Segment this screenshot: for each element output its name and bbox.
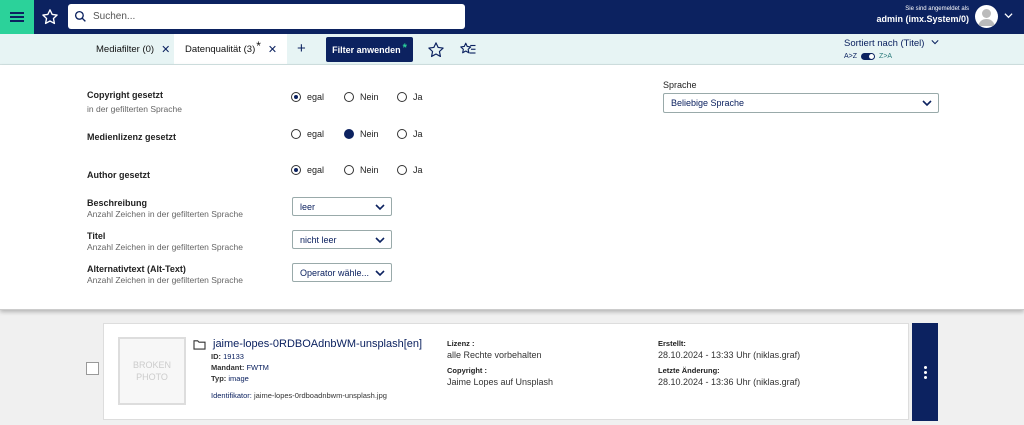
license-label: Lizenz : — [447, 339, 475, 348]
license-radio-nein[interactable]: Nein — [344, 129, 379, 139]
sort-label: Sortiert nach (Titel) — [844, 38, 925, 49]
search-input[interactable] — [93, 11, 453, 22]
star-icon[interactable] — [427, 41, 445, 59]
tab-label: Mediafilter (0) — [96, 43, 155, 55]
folder-icon — [193, 339, 206, 350]
copyright-filter-label: Copyright gesetzt — [87, 90, 164, 100]
sort-za-label: Z>A — [879, 53, 893, 60]
description-select-value: leer — [300, 201, 316, 212]
title-filter-sub: Anzahl Zeichen in der gefilterten Sprach… — [87, 242, 243, 252]
language-filter-label: Sprache — [663, 80, 697, 90]
sort-dropdown[interactable]: Sortiert nach (Titel) — [844, 38, 939, 49]
logged-in-text: Sie sind angemeldet als — [905, 6, 969, 12]
user-avatar-icon — [978, 9, 995, 26]
copyright-radio-ja[interactable]: Ja — [397, 92, 423, 102]
tab-datenqualitaet[interactable]: Datenqualität (3) * ✕ — [174, 34, 288, 64]
meta-type: Typ: image — [211, 374, 249, 383]
chevron-down-icon — [931, 38, 939, 49]
copyright-radio-egal[interactable]: egal — [291, 92, 324, 102]
copyright-value: Jaime Lopes auf Unsplash — [447, 377, 554, 387]
apply-filter-label: Filter anwenden — [332, 44, 401, 55]
chevron-down-icon[interactable] — [1004, 11, 1013, 22]
close-icon[interactable]: ✕ — [268, 43, 277, 56]
meta-mandant: Mandant: FWTM — [211, 363, 269, 372]
star-list-icon[interactable] — [459, 41, 477, 59]
language-select[interactable]: Beliebige Sprache — [663, 93, 939, 113]
favorites-star-icon[interactable] — [40, 7, 60, 27]
description-select[interactable]: leer — [292, 197, 392, 216]
result-title[interactable]: jaime-lopes-0RDBOAdnbWM-unsplash[en] — [193, 338, 422, 350]
search-icon — [74, 10, 86, 22]
description-filter-sub: Anzahl Zeichen in der gefilterten Sprach… — [87, 209, 243, 219]
avatar[interactable] — [975, 5, 998, 28]
meta-identifier: Identifikator: jaime-lopes-0rdboadnbwm-u… — [211, 391, 387, 400]
more-actions-button[interactable] — [912, 323, 938, 421]
tab-mediafilter[interactable]: Mediafilter (0) ✕ — [96, 34, 170, 64]
chevron-down-icon — [922, 98, 932, 110]
copyright-radio-nein[interactable]: Nein — [344, 92, 379, 102]
author-radio-nein[interactable]: Nein — [344, 165, 379, 175]
top-bar: Sie sind angemeldet als admin (imx.Syste… — [0, 0, 1024, 34]
alttext-filter-label: Alternativtext (Alt-Text) — [87, 264, 186, 274]
title-select-value: nicht leer — [300, 234, 337, 245]
apply-filter-button[interactable]: Filter anwenden * — [326, 37, 413, 62]
changed-value: 28.10.2024 - 13:36 Uhr (niklas.graf) — [658, 377, 801, 387]
tab-label: Datenqualität (3) — [185, 43, 256, 55]
toggle-switch[interactable] — [861, 53, 876, 60]
more-vertical-icon — [923, 365, 927, 380]
alttext-select-value: Operator wähle... — [300, 267, 370, 278]
result-list: BROKEN PHOTO jaime-lopes-0RDBOAdnbWM-uns… — [0, 310, 1024, 425]
created-value: 28.10.2024 - 13:33 Uhr (niklas.graf) — [658, 350, 801, 360]
license-filter-label: Medienlizenz gesetzt — [87, 132, 177, 142]
language-select-value: Beliebige Sprache — [671, 98, 745, 108]
hamburger-icon — [10, 10, 24, 24]
license-radio-egal[interactable]: egal — [291, 129, 324, 139]
changed-label: Letzte Änderung: — [658, 366, 720, 375]
thumbnail[interactable]: BROKEN PHOTO — [118, 337, 186, 405]
meta-id: ID: 19133 — [211, 352, 244, 361]
list-item[interactable]: BROKEN PHOTO jaime-lopes-0RDBOAdnbWM-uns… — [103, 323, 909, 420]
author-radio-egal[interactable]: egal — [291, 165, 324, 175]
alttext-select[interactable]: Operator wähle... — [292, 263, 392, 282]
alttext-filter-sub: Anzahl Zeichen in der gefilterten Sprach… — [87, 275, 243, 285]
search-box[interactable] — [68, 4, 465, 29]
sort-direction-toggle[interactable]: A>Z Z>A — [844, 53, 892, 60]
author-radio-ja[interactable]: Ja — [397, 165, 423, 175]
filter-toolbar: Mediafilter (0) ✕ Datenqualität (3) * ✕ … — [0, 34, 1024, 65]
license-value: alle Rechte vorbehalten — [447, 350, 542, 360]
copyright-label: Copyright : — [447, 366, 487, 375]
chevron-down-icon — [375, 202, 385, 214]
created-label: Erstellt: — [658, 339, 686, 348]
description-filter-label: Beschreibung — [87, 198, 148, 208]
sort-az-label: A>Z — [844, 53, 858, 60]
filter-panel: Copyright gesetzt in der gefilterten Spr… — [0, 65, 1024, 310]
result-title-text: jaime-lopes-0RDBOAdnbWM-unsplash[en] — [213, 338, 423, 350]
copyright-filter-sub: in der gefilterten Sprache — [87, 104, 182, 114]
close-icon[interactable]: ✕ — [161, 43, 170, 56]
author-filter-label: Author gesetzt — [87, 170, 150, 180]
title-filter-label: Titel — [87, 231, 106, 241]
row-checkbox[interactable] — [86, 362, 99, 375]
user-info[interactable]: Sie sind angemeldet als admin (imx.Syste… — [876, 6, 969, 24]
add-tab-plus-icon[interactable]: + — [297, 40, 306, 57]
license-radio-ja[interactable]: Ja — [397, 129, 423, 139]
chevron-down-icon — [375, 268, 385, 280]
user-name: admin (imx.System/0) — [876, 14, 969, 24]
modified-marker: * — [256, 39, 261, 53]
chevron-down-icon — [375, 235, 385, 247]
modified-marker: * — [402, 41, 407, 54]
title-select[interactable]: nicht leer — [292, 230, 392, 249]
menu-button[interactable] — [0, 0, 34, 34]
